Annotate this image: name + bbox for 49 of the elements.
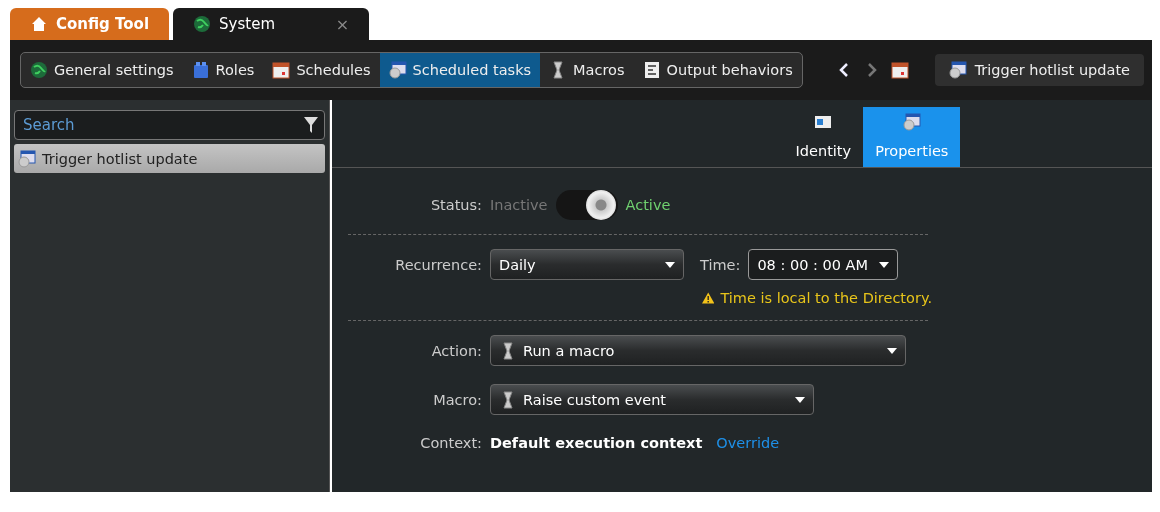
toggle-off-label: Inactive <box>490 197 548 213</box>
toggle-knob[interactable] <box>585 190 616 220</box>
status-toggle[interactable] <box>555 190 618 220</box>
caret-icon <box>887 347 897 354</box>
field-label: Action: <box>430 342 482 359</box>
id-card-icon <box>814 113 833 131</box>
search-input[interactable]: Search <box>21 115 304 135</box>
field-label: Macro: <box>432 391 482 408</box>
entity-list-item[interactable]: Trigger hotlist update <box>14 144 325 173</box>
action-dropdown[interactable]: Run a macro <box>490 335 906 366</box>
blocks-icon <box>191 61 210 79</box>
task-tab[interactable]: Schedules <box>263 53 380 87</box>
globe-icon <box>30 61 48 79</box>
task-tab[interactable]: General settings <box>21 53 183 87</box>
calendar-icon <box>272 61 291 79</box>
current-entity[interactable]: Trigger hotlist update <box>934 54 1144 86</box>
home-icon <box>30 15 48 33</box>
field-label: Recurrence: <box>394 256 482 273</box>
macro-dropdown[interactable]: Raise custom event <box>490 384 814 415</box>
warning-text: Time is local to the Directory. <box>720 290 932 306</box>
task-tab[interactable]: Output behaviors <box>633 53 802 87</box>
globe-icon <box>193 15 212 33</box>
field-label: Time: <box>700 256 741 273</box>
context-value: Default execution context <box>490 435 703 451</box>
caret-icon <box>879 261 890 268</box>
task-tab[interactable]: Macros <box>540 53 634 87</box>
clock-window-icon <box>388 61 407 79</box>
search-field[interactable]: Search <box>14 110 325 140</box>
filter-icon[interactable] <box>304 116 318 134</box>
clock-window-icon <box>902 113 921 131</box>
list-document-icon <box>642 61 661 79</box>
task-tab[interactable]: Scheduled tasks <box>379 53 541 87</box>
recurrence-dropdown[interactable]: Daily <box>490 249 684 280</box>
chevron-right-icon <box>866 63 877 77</box>
clock-window-icon <box>948 61 967 79</box>
caret-icon <box>795 396 805 403</box>
page-tab[interactable]: Identity <box>783 107 864 167</box>
task-tab[interactable]: Roles <box>182 53 264 87</box>
clock-window-icon <box>18 149 36 168</box>
field-label: Status: <box>429 197 482 213</box>
override-link[interactable]: Override <box>716 435 780 451</box>
app-tab[interactable]: System × <box>173 8 370 40</box>
field-label: Context: <box>419 435 482 451</box>
warning-icon <box>702 290 715 306</box>
toggle-on-label: Active <box>625 197 671 213</box>
close-icon[interactable]: × <box>335 14 350 34</box>
chevron-left-icon <box>838 63 849 77</box>
time-picker[interactable]: 08 : 00 : 00 AM <box>748 249 899 280</box>
caret-icon <box>665 261 675 268</box>
